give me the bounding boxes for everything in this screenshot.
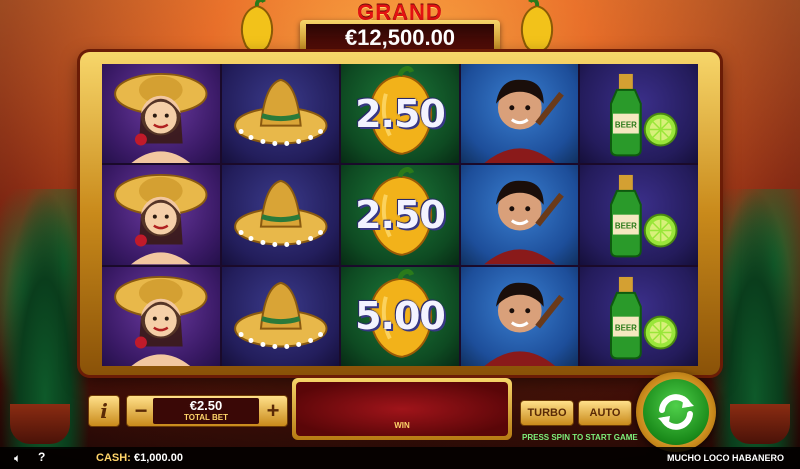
- spin-button[interactable]: [636, 372, 716, 452]
- senorita-symbol-icon: [102, 64, 220, 164]
- chili-value: 2.50: [355, 91, 446, 136]
- bet-increase-button[interactable]: +: [263, 398, 283, 424]
- spin-hint: PRESS SPIN TO START GAME: [522, 433, 638, 442]
- left-pot: [10, 404, 70, 444]
- win-panel: WIN: [292, 378, 512, 440]
- sound-icon[interactable]: 🔈︎: [14, 451, 21, 466]
- guitarist-symbol-icon: [460, 64, 579, 164]
- chili-symbol-icon: 2.50: [341, 64, 459, 164]
- jackpot-display: €12,500.00: [300, 20, 500, 56]
- reel-2: [221, 64, 340, 366]
- bet-control: − €2.50 TOTAL BET +: [126, 395, 288, 427]
- auto-button[interactable]: AUTO: [578, 400, 632, 426]
- cash-value: €1,000.00: [134, 452, 183, 464]
- footer-bar: 🔈︎ ? CASH: €1,000.00 MUCHO LOCO HABANERO: [0, 447, 800, 469]
- svg-text:BEER: BEER: [615, 222, 637, 231]
- spin-arrows-icon: [643, 379, 709, 445]
- guitarist-symbol-icon: [460, 165, 579, 265]
- sombrero-symbol-icon: [221, 165, 340, 265]
- reel-4: [460, 64, 579, 366]
- chili-symbol-icon: 5.00: [341, 266, 459, 366]
- beer-symbol-icon: BEER: [580, 266, 698, 366]
- game-title: MUCHO LOCO HABANERO: [667, 453, 784, 463]
- chili-symbol-icon: 2.50: [341, 165, 459, 265]
- cash-label: CASH:: [96, 452, 131, 464]
- reel-1: [102, 64, 220, 366]
- jackpot-label: GRAND: [357, 0, 443, 25]
- svg-text:BEER: BEER: [615, 121, 637, 130]
- sombrero-symbol-icon: [221, 64, 340, 164]
- svg-text:BEER: BEER: [615, 323, 637, 332]
- sombrero-symbol-icon: [221, 266, 340, 366]
- jackpot-amount: €12,500.00: [306, 24, 494, 52]
- bet-label: TOTAL BET: [184, 413, 228, 422]
- win-label: WIN: [394, 421, 410, 430]
- guitarist-symbol-icon: [460, 266, 579, 366]
- right-pepper-decoration-icon: [521, 0, 553, 53]
- bet-decrease-button[interactable]: −: [131, 398, 151, 424]
- left-pepper-decoration-icon: [241, 0, 273, 53]
- info-button[interactable]: i: [88, 395, 120, 427]
- reel-grid: 2.50 2.50 5.00 BEER BEER BEER: [102, 64, 698, 366]
- win-display: WIN: [296, 382, 508, 436]
- reel-frame: 2.50 2.50 5.00 BEER BEER BEER: [80, 52, 720, 375]
- beer-symbol-icon: BEER: [580, 165, 698, 265]
- chili-value: 2.50: [355, 192, 446, 237]
- turbo-button[interactable]: TURBO: [520, 400, 574, 426]
- reel-3: 2.50 2.50 5.00: [341, 64, 459, 366]
- help-icon[interactable]: ?: [38, 450, 45, 464]
- reel-5: BEER BEER BEER: [580, 64, 698, 366]
- senorita-symbol-icon: [102, 165, 220, 265]
- bet-display: €2.50 TOTAL BET: [153, 398, 259, 424]
- bet-value: €2.50: [189, 398, 223, 413]
- right-pot: [730, 404, 790, 444]
- senorita-symbol-icon: [102, 266, 220, 366]
- chili-value: 5.00: [355, 294, 446, 339]
- beer-symbol-icon: BEER: [580, 64, 698, 164]
